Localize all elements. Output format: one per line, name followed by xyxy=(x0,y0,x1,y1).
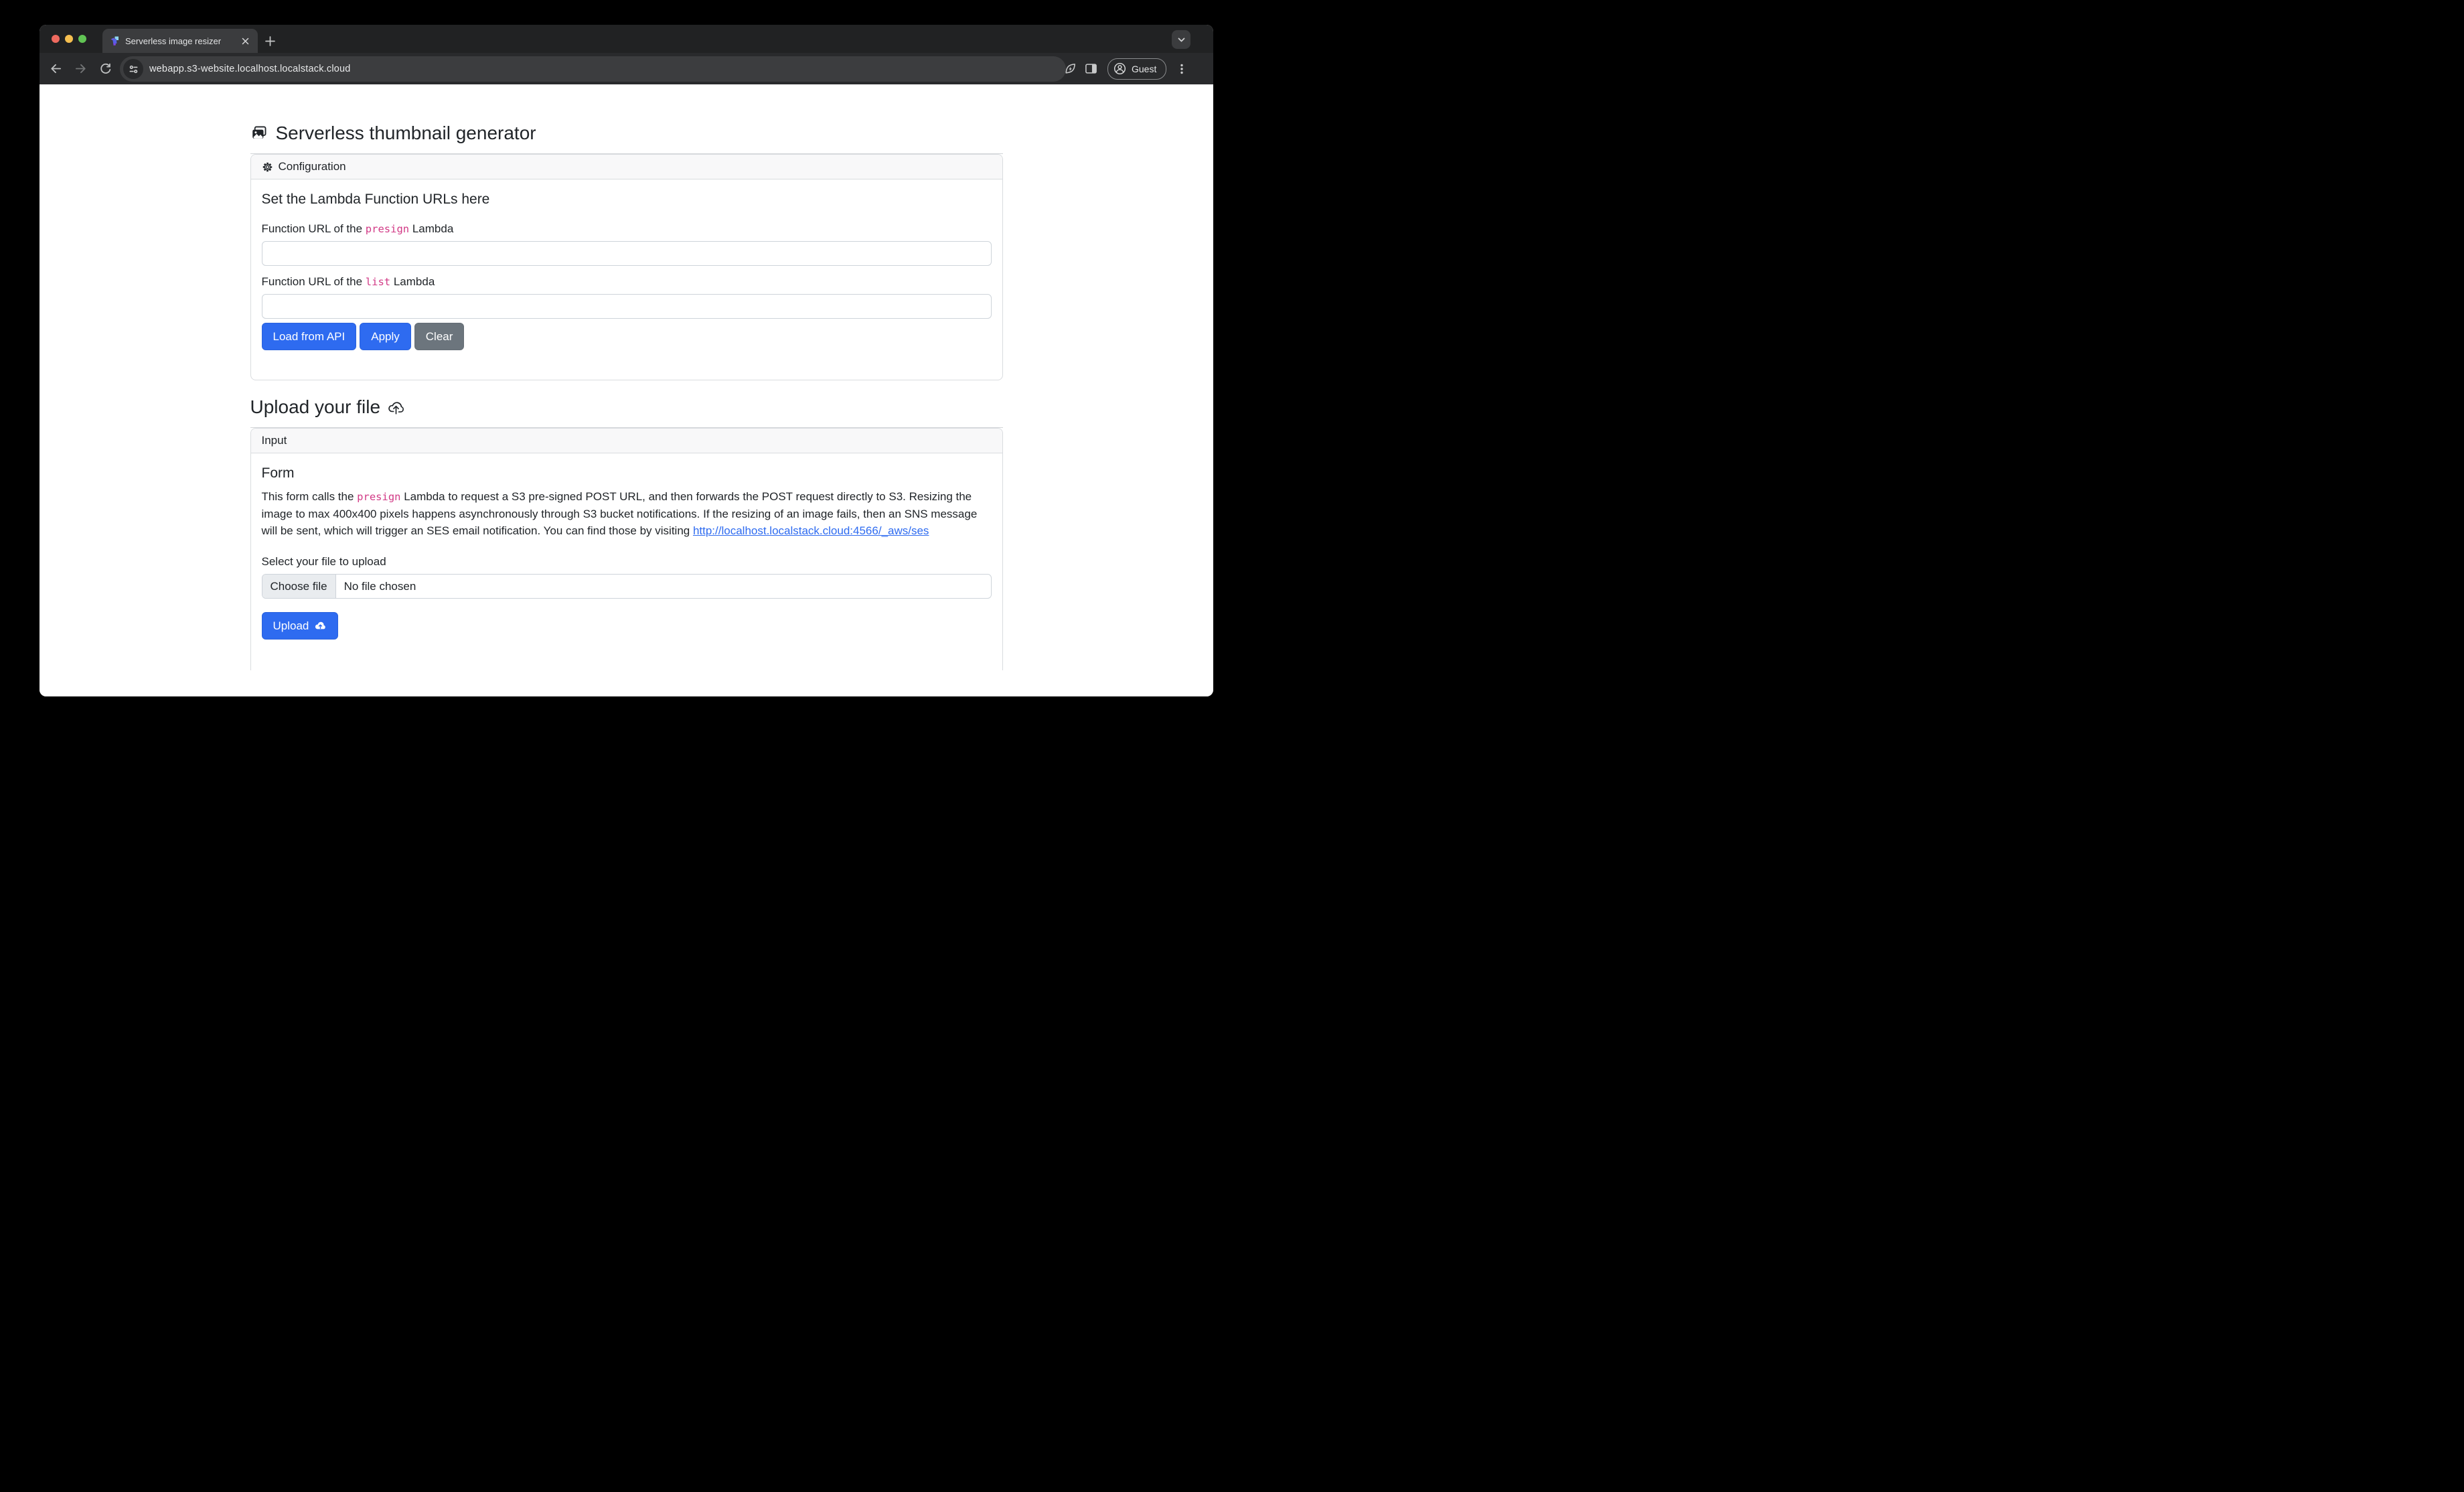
tab-close-icon[interactable] xyxy=(239,35,251,47)
tune-icon xyxy=(129,64,139,74)
upload-button[interactable]: Upload xyxy=(262,612,339,640)
cloud-arrow-up-icon xyxy=(314,619,327,632)
lambda-urls-heading: Set the Lambda Function URLs here xyxy=(262,192,992,208)
energy-saver-button[interactable] xyxy=(1063,62,1077,76)
upload-heading-text: Upload your file xyxy=(250,396,381,418)
form-description: This form calls the presign Lambda to re… xyxy=(262,488,992,539)
browser-window: Serverless image resizer xyxy=(40,25,1213,696)
forward-arrow-icon xyxy=(74,62,87,75)
site-settings-chip[interactable] xyxy=(123,59,143,79)
window-minimize-button[interactable] xyxy=(65,35,73,43)
tab-title: Serverless image resizer xyxy=(125,36,239,46)
window-zoom-button[interactable] xyxy=(78,35,86,43)
profile-button[interactable]: Guest xyxy=(1107,58,1166,80)
browser-tab[interactable]: Serverless image resizer xyxy=(102,29,258,53)
clear-button[interactable]: Clear xyxy=(414,323,465,350)
page-title-text: Serverless thumbnail generator xyxy=(276,123,536,144)
forward-button[interactable] xyxy=(73,61,88,76)
side-panel-button[interactable] xyxy=(1083,62,1098,76)
back-button[interactable] xyxy=(48,61,63,76)
file-select-label: Select your file to upload xyxy=(262,555,992,569)
ses-link[interactable]: http://localhost.localstack.cloud:4566/_… xyxy=(693,524,929,537)
url-bar[interactable]: webapp.s3-website.localhost.localstack.c… xyxy=(120,56,1066,82)
gear-icon xyxy=(262,161,273,173)
list-url-label: Function URL of the list Lambda xyxy=(262,275,992,289)
chevron-down-icon xyxy=(1177,35,1186,44)
presign-code-token: presign xyxy=(366,223,409,235)
tab-strip: Serverless image resizer xyxy=(40,25,1213,53)
list-url-input[interactable] xyxy=(262,294,992,319)
back-arrow-icon xyxy=(50,62,62,75)
presign-code-token: presign xyxy=(357,491,400,503)
profile-label: Guest xyxy=(1132,64,1156,74)
new-tab-button[interactable] xyxy=(262,33,278,49)
page-title: Serverless thumbnail generator xyxy=(250,84,1003,144)
load-from-api-button[interactable]: Load from API xyxy=(262,323,357,350)
upload-button-label: Upload xyxy=(273,618,309,633)
upload-section-heading: Upload your file xyxy=(250,396,1003,418)
file-chosen-status: No file chosen xyxy=(336,575,425,598)
form-heading: Form xyxy=(262,465,992,481)
leaf-bolt-icon xyxy=(1064,62,1077,75)
input-card-title: Input xyxy=(262,434,287,447)
side-panel-icon xyxy=(1085,62,1097,75)
presign-url-input[interactable] xyxy=(262,241,992,266)
apply-button[interactable]: Apply xyxy=(360,323,411,350)
configuration-card-header: Configuration xyxy=(251,155,1002,179)
images-icon xyxy=(250,125,268,142)
kebab-menu-icon xyxy=(1176,64,1187,74)
favicon xyxy=(109,35,120,46)
input-card-header: Input xyxy=(251,429,1002,453)
reload-button[interactable] xyxy=(98,61,112,76)
file-input[interactable]: Choose file No file chosen xyxy=(262,574,992,599)
web-page: Serverless thumbnail generator Configura… xyxy=(40,84,1213,696)
presign-url-label: Function URL of the presign Lambda xyxy=(262,222,992,236)
browser-toolbar: webapp.s3-website.localhost.localstack.c… xyxy=(40,53,1213,84)
choose-file-button[interactable]: Choose file xyxy=(262,575,336,598)
tab-overview-button[interactable] xyxy=(1172,30,1190,49)
url-text: webapp.s3-website.localhost.localstack.c… xyxy=(149,64,351,74)
input-card: Input Form This form calls the presign L… xyxy=(250,428,1003,670)
list-code-token: list xyxy=(366,276,390,288)
browser-menu-button[interactable] xyxy=(1174,62,1189,76)
reload-icon xyxy=(99,62,112,75)
configuration-card-title: Configuration xyxy=(279,160,346,173)
window-close-button[interactable] xyxy=(52,35,60,43)
configuration-card: Configuration Set the Lambda Function UR… xyxy=(250,154,1003,380)
cloud-upload-icon xyxy=(387,398,405,417)
guest-avatar-icon xyxy=(1113,62,1126,75)
